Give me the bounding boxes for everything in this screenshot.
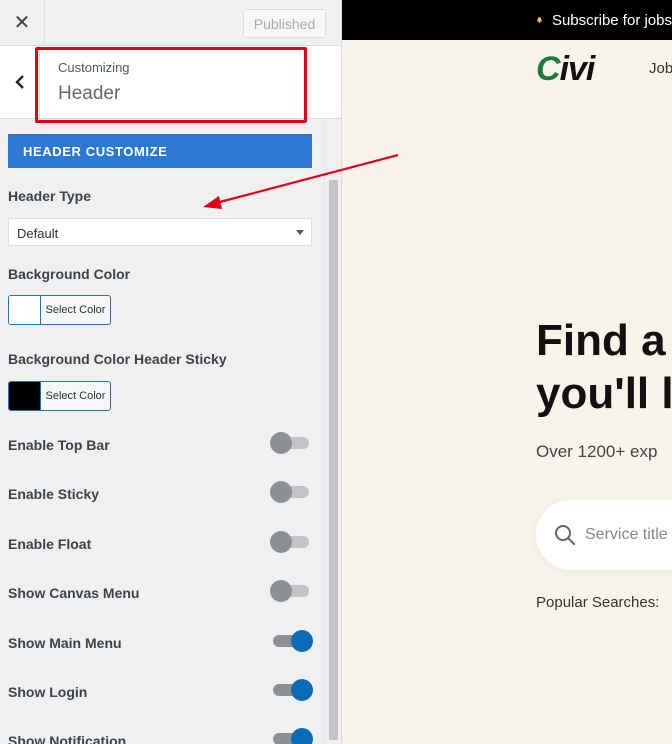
background-sticky-label: Background Color Header Sticky <box>8 351 227 367</box>
service-search-box[interactable]: Service title <box>536 500 672 570</box>
logo-mark: C <box>536 50 561 88</box>
enable-float-toggle[interactable] <box>270 530 314 554</box>
subscribe-link[interactable]: Subscribe for jobs <box>552 12 672 29</box>
hero-title-line-1: Find a <box>536 316 666 365</box>
toggle-label: Enable Top Bar <box>8 437 110 453</box>
scrollbar-thumb[interactable] <box>329 180 338 740</box>
customizer-sidebar: ✕ Published Customizing Header HEADER CU… <box>0 0 342 744</box>
select-color-label: Select Color <box>45 390 106 402</box>
background-color-swatch <box>9 296 41 324</box>
close-icon[interactable]: ✕ <box>0 0 45 45</box>
background-sticky-swatch <box>9 382 41 410</box>
site-logo[interactable]: Civi <box>536 50 596 89</box>
logo-text: ivi <box>559 50 596 88</box>
annotation-highlight-box <box>35 47 307 123</box>
bell-icon <box>536 17 543 24</box>
customizer-topbar: ✕ Published <box>0 0 341 46</box>
enable-top-bar-toggle[interactable] <box>270 431 314 455</box>
enable-sticky-toggle[interactable] <box>270 480 314 504</box>
caret-down-icon <box>296 230 304 235</box>
show-login-toggle[interactable] <box>270 678 314 702</box>
hero-subtitle: Over 1200+ exp <box>536 442 658 461</box>
chevron-left-icon <box>14 75 24 89</box>
show-main-menu-toggle[interactable] <box>270 629 314 653</box>
header-type-value: Default <box>17 226 59 241</box>
show-canvas-menu-toggle[interactable] <box>270 579 314 603</box>
header-type-select[interactable]: Default <box>8 218 312 246</box>
preview-top-bar: Subscribe for jobs <box>342 0 672 40</box>
nav-item-jobs[interactable]: Jobs <box>649 60 672 77</box>
background-sticky-color-button[interactable]: Select Color <box>8 381 111 411</box>
scrollbar[interactable] <box>324 120 341 744</box>
show-notification-toggle[interactable] <box>270 727 314 744</box>
header-type-label: Header Type <box>8 188 91 204</box>
hero-title-line-2: you'll l <box>536 369 672 418</box>
search-icon <box>555 525 575 545</box>
publish-button[interactable]: Published <box>243 9 326 38</box>
background-color-button[interactable]: Select Color <box>8 295 111 325</box>
select-color-label: Select Color <box>45 304 106 316</box>
toggle-label: Show Login <box>8 684 88 700</box>
background-color-label: Background Color <box>8 266 131 282</box>
header-customize-banner: HEADER CUSTOMIZE <box>8 134 312 168</box>
toggle-label: Enable Sticky <box>8 486 100 502</box>
section-header: Customizing Header <box>0 46 341 123</box>
search-input[interactable]: Service title <box>585 526 668 544</box>
site-preview: Subscribe for jobs Civi Jobs Find a you'… <box>342 0 672 744</box>
controls-panel: HEADER CUSTOMIZE Header Type Default Bac… <box>0 120 341 744</box>
toggle-label: Show Canvas Menu <box>8 585 140 601</box>
toggle-label: Show Main Menu <box>8 635 122 651</box>
toggle-label: Enable Float <box>8 536 92 552</box>
toggle-label: Show Notification <box>8 733 127 744</box>
popular-searches-label: Popular Searches: <box>536 594 660 611</box>
back-button[interactable] <box>0 46 40 118</box>
hero-title: Find a you'll l <box>536 314 672 420</box>
